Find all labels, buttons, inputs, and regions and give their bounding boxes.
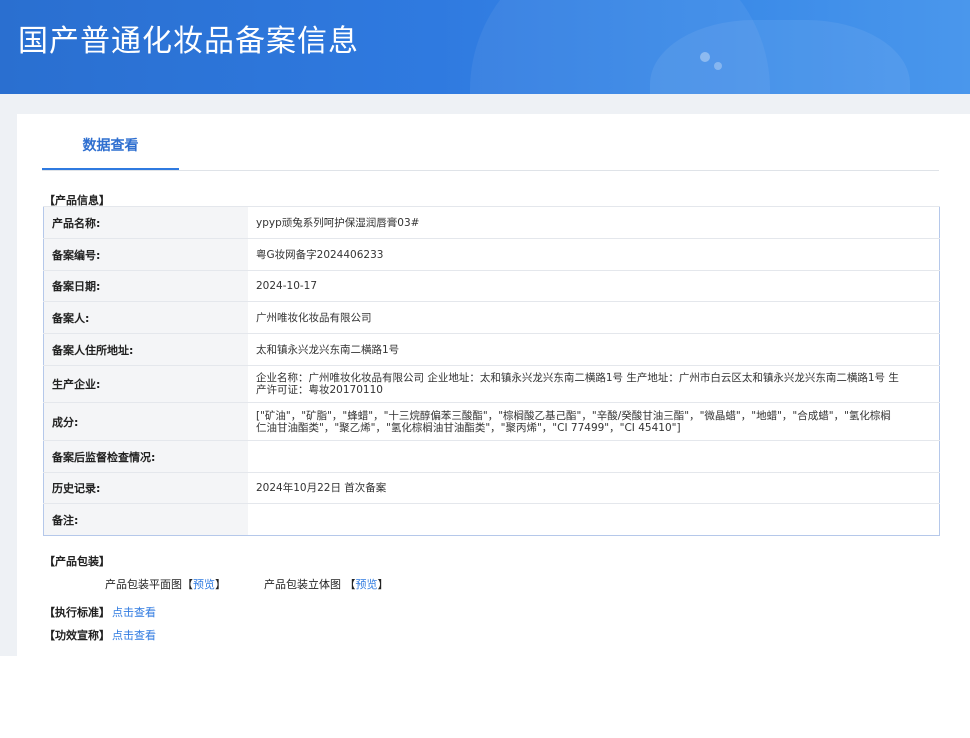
- row-label: 备案人:: [43, 301, 248, 334]
- standards-section-label: 【执行标准】: [44, 606, 110, 619]
- tab-bar: 数据查看: [42, 126, 939, 171]
- row-label: 备注:: [43, 503, 248, 536]
- table-row: 备案人住所地址: 太和镇永兴龙兴东南二横路1号: [43, 333, 940, 366]
- bracket-open: 【: [182, 578, 193, 591]
- table-row: 备案后监督检查情况:: [43, 440, 940, 473]
- package-stereo-label: 产品包装立体图: [264, 578, 341, 591]
- row-label: 产品名称:: [43, 206, 248, 239]
- tab-data-view[interactable]: 数据查看: [42, 126, 179, 170]
- package-flat-preview-link[interactable]: 预览: [193, 578, 215, 591]
- table-row: 产品名称: ypyp顽兔系列呵护保湿润唇膏03#: [43, 206, 940, 239]
- standards-view-link[interactable]: 点击查看: [112, 604, 156, 620]
- page-title: 国产普通化妆品备案信息: [18, 24, 359, 59]
- packaging-section-label: 【产品包装】: [44, 555, 110, 568]
- row-label: 成分:: [43, 402, 248, 441]
- row-value: 粤G妆网备字2024406233: [248, 238, 940, 271]
- claims-section-label: 【功效宣称】: [44, 629, 110, 642]
- claims-view-link[interactable]: 点击查看: [112, 627, 156, 643]
- row-value: [248, 503, 940, 536]
- row-value: 2024-10-17: [248, 270, 940, 302]
- row-label: 备案后监督检查情况:: [43, 440, 248, 473]
- product-info-table: 产品名称: ypyp顽兔系列呵护保湿润唇膏03# 备案编号: 粤G妆网备字202…: [43, 206, 940, 536]
- table-row: 成分: ["矿油"，"矿脂"，"蜂蜡"，"十三烷醇偏苯三酸酯"，"棕榈酸乙基己酯…: [43, 402, 940, 441]
- package-flat-image-item: 产品包装平面图【预览】: [105, 576, 226, 592]
- row-value: 2024年10月22日 首次备案: [248, 472, 940, 504]
- table-row: 备案日期: 2024-10-17: [43, 270, 940, 302]
- row-label: 备案编号:: [43, 238, 248, 271]
- table-row: 备案人: 广州唯妆化妆品有限公司: [43, 301, 940, 334]
- table-row: 历史记录: 2024年10月22日 首次备案: [43, 472, 940, 504]
- package-stereo-preview-link[interactable]: 预览: [356, 578, 378, 591]
- row-label: 历史记录:: [43, 472, 248, 504]
- row-value: ypyp顽兔系列呵护保湿润唇膏03#: [248, 206, 940, 239]
- bracket-open: 【: [344, 578, 356, 591]
- row-value: [248, 440, 940, 473]
- banner-decoration: [700, 52, 710, 62]
- bracket-close: 】: [215, 578, 226, 591]
- row-value: 企业名称：广州唯妆化妆品有限公司 企业地址：太和镇永兴龙兴东南二横路1号 生产地…: [248, 365, 940, 403]
- row-label: 生产企业:: [43, 365, 248, 403]
- table-row: 备案编号: 粤G妆网备字2024406233: [43, 238, 940, 271]
- row-label: 备案日期:: [43, 270, 248, 302]
- row-value: 太和镇永兴龙兴东南二横路1号: [248, 333, 940, 366]
- package-stereo-image-item: 产品包装立体图 【预览】: [264, 576, 389, 592]
- header-banner: 国产普通化妆品备案信息: [0, 0, 970, 94]
- bracket-close: 】: [377, 578, 389, 591]
- row-value: ["矿油"，"矿脂"，"蜂蜡"，"十三烷醇偏苯三酸酯"，"棕榈酸乙基己酯"，"辛…: [248, 402, 940, 441]
- package-flat-label: 产品包装平面图: [105, 578, 182, 591]
- row-value: 广州唯妆化妆品有限公司: [248, 301, 940, 334]
- row-label: 备案人住所地址:: [43, 333, 248, 366]
- table-row: 备注:: [43, 503, 940, 536]
- table-row: 生产企业: 企业名称：广州唯妆化妆品有限公司 企业地址：太和镇永兴龙兴东南二横路…: [43, 365, 940, 403]
- banner-decoration: [714, 62, 722, 70]
